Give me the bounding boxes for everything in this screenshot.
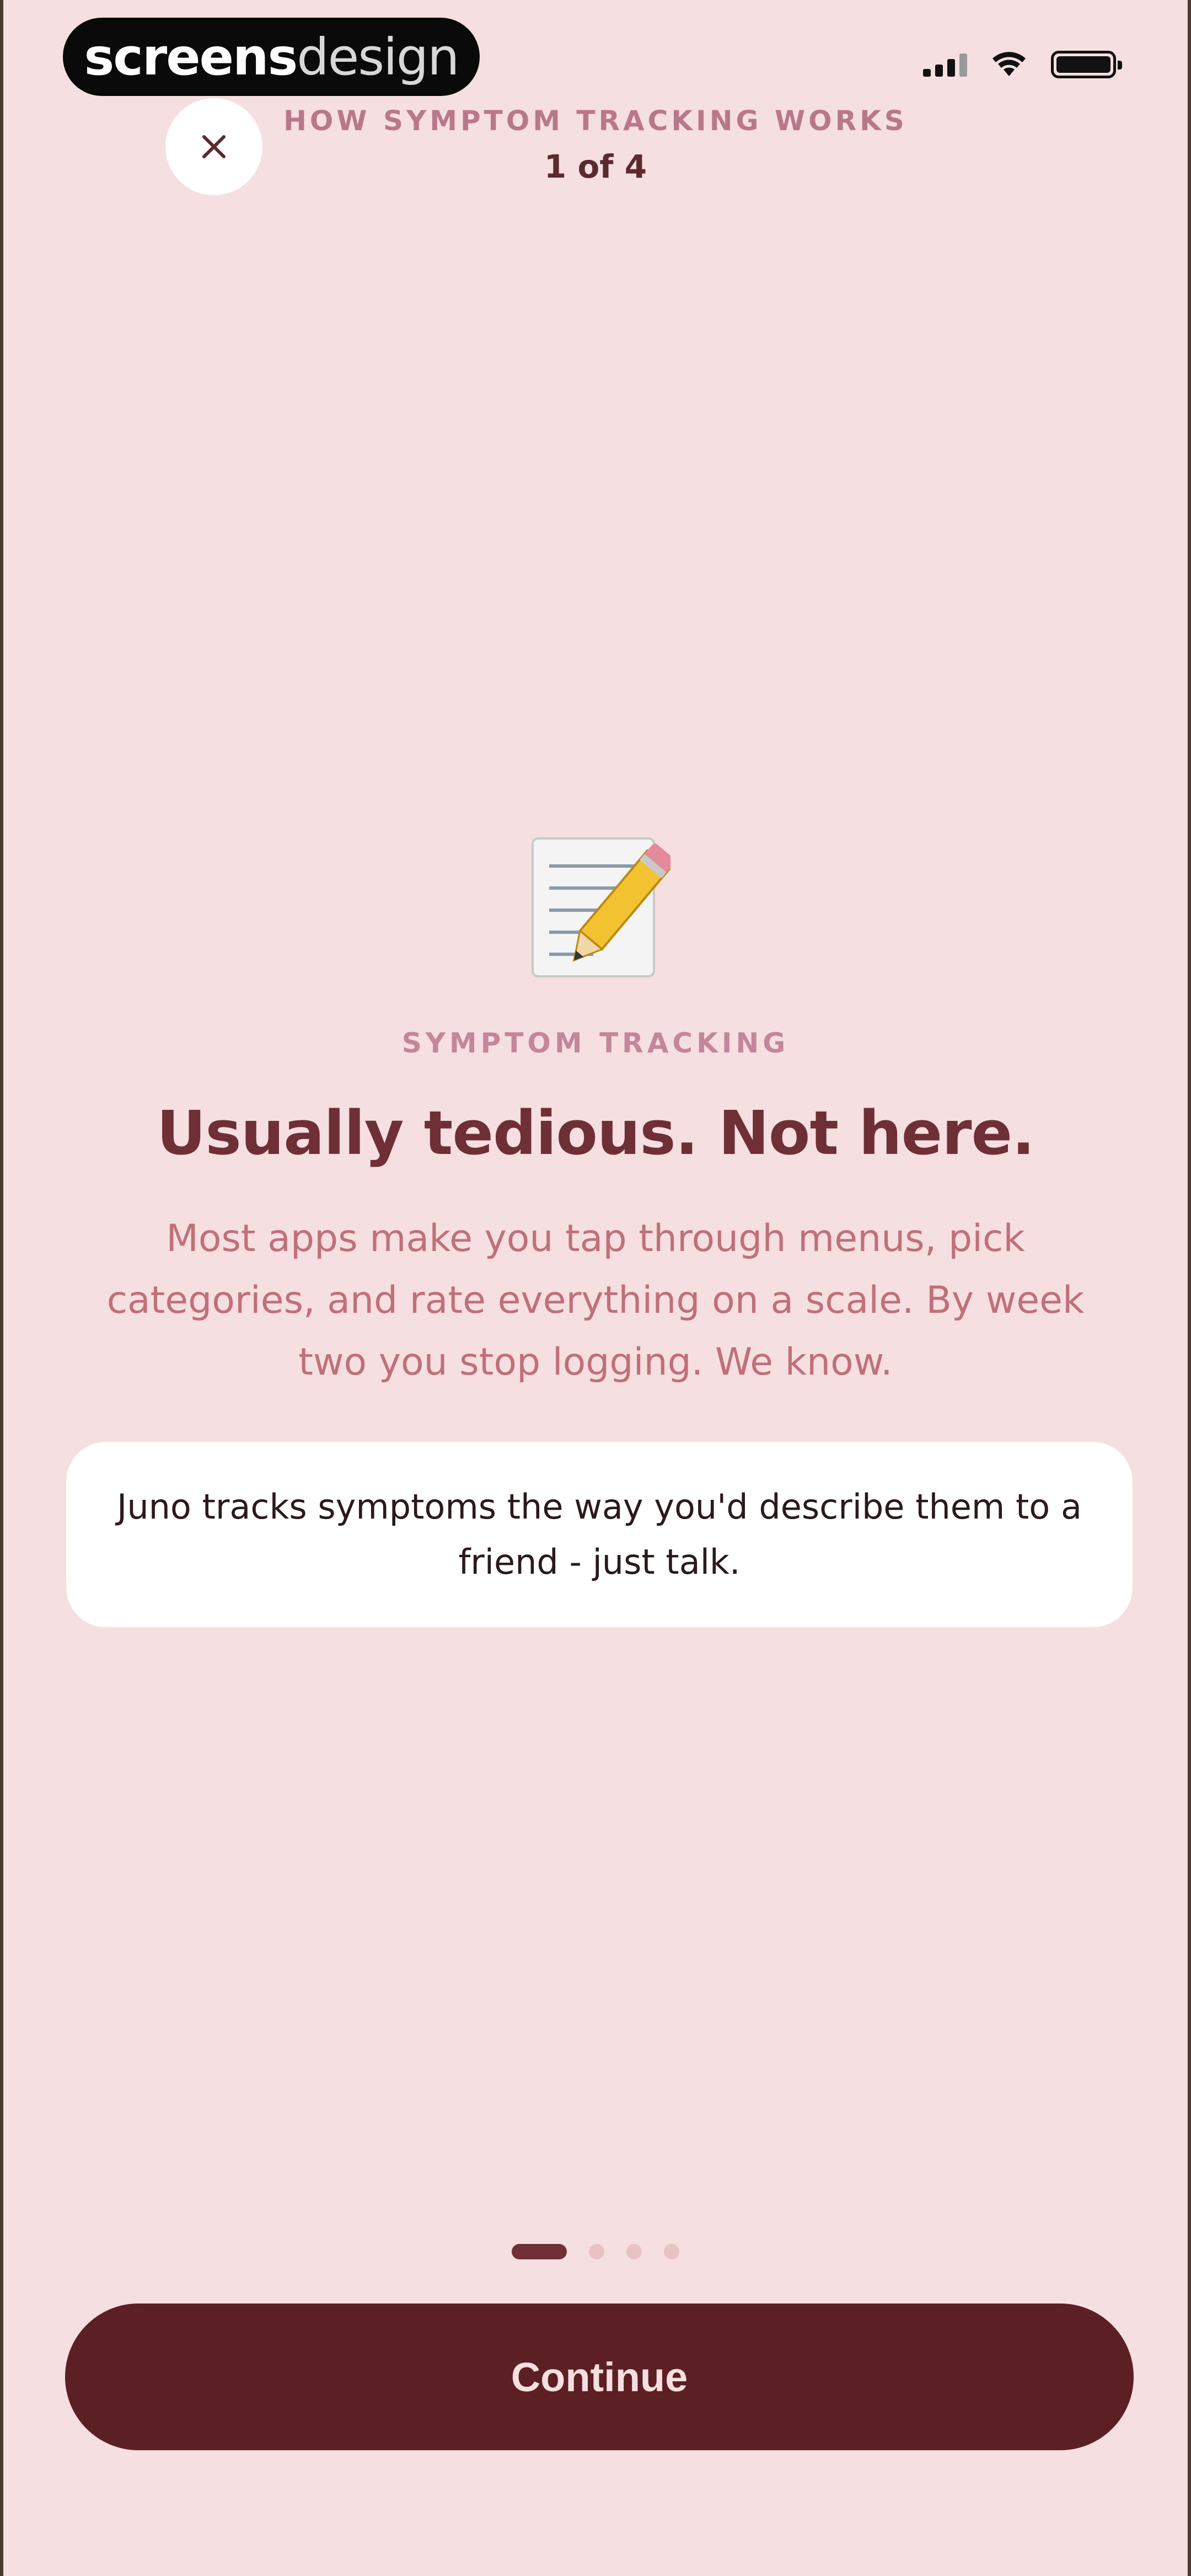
section-eyebrow: SYMPTOM TRACKING (401, 1027, 790, 1059)
continue-button[interactable]: Continue (65, 2304, 1134, 2450)
watermark-bold: screens (84, 27, 298, 87)
page-indicator (3, 2244, 1188, 2259)
signal-icon (923, 52, 967, 77)
headline: Usually tedious. Not here. (157, 1098, 1035, 1168)
onboarding-screen: screens design HOW SYMPTOM TRACKING WORKS… (0, 0, 1191, 2576)
status-bar (923, 51, 1122, 78)
battery-icon (1051, 51, 1122, 78)
watermark-light: design (297, 27, 459, 87)
page-dot (664, 2244, 679, 2259)
page-dot (626, 2244, 642, 2259)
page-dot-active (512, 2244, 567, 2259)
body-text: Most apps make you tap through menus, pi… (106, 1217, 1085, 1384)
wifi-icon (993, 52, 1026, 76)
callout-text: Juno tracks symptoms the way you'd descr… (117, 1487, 1082, 1582)
flow-title: HOW SYMPTOM TRACKING WORKS (283, 105, 908, 137)
step-indicator: 1 of 4 (544, 148, 647, 185)
screensdesign-watermark: screens design (63, 18, 480, 96)
page-dot (589, 2244, 604, 2259)
memo-pencil-icon (532, 837, 670, 977)
callout-card: Juno tracks symptoms the way you'd descr… (66, 1442, 1133, 1627)
